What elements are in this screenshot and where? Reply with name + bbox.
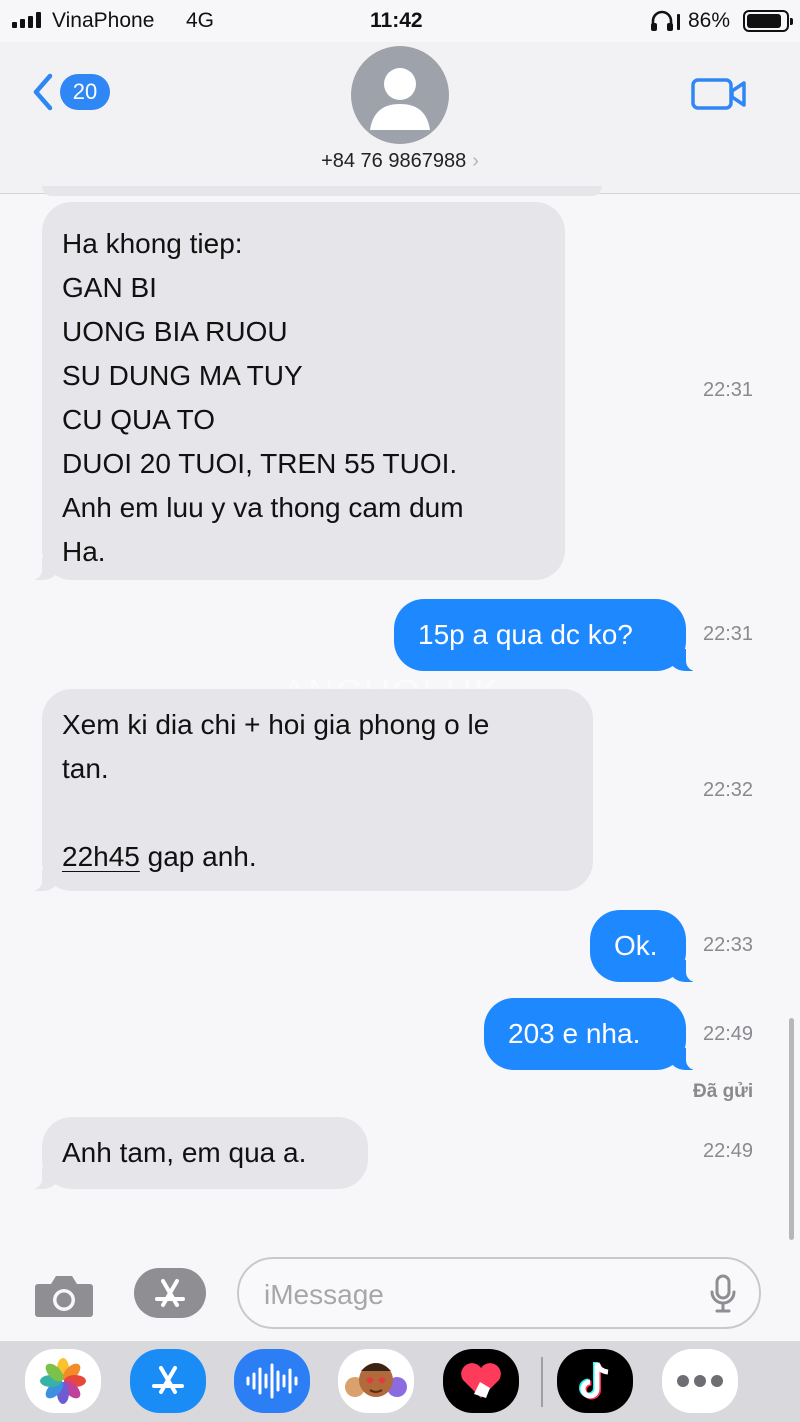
previous-message-bubble — [42, 186, 602, 196]
app-store-icon — [155, 1279, 185, 1307]
drawer-divider — [541, 1357, 543, 1407]
contact-avatar-icon[interactable] — [351, 46, 449, 144]
message-text: CU QUA TO — [62, 404, 216, 435]
headphones-icon — [650, 10, 682, 38]
video-camera-icon — [691, 78, 746, 110]
message-text: Ha khong tiep: — [62, 228, 243, 259]
battery-icon — [743, 10, 793, 32]
message-timestamp: 22:31 — [703, 623, 754, 645]
message-text: GAN BI — [62, 272, 157, 303]
message-text: Ha. — [62, 536, 106, 567]
contact-number-text: +84 76 9867988 — [321, 150, 467, 172]
unread-count-badge: 20 — [60, 74, 110, 110]
message-text: Anh tam, em qua a. — [62, 1137, 307, 1168]
message-text: SU DUNG MA TUY — [62, 360, 303, 391]
message-text: UONG BIA RUOU — [62, 316, 288, 347]
status-time: 11:42 — [370, 9, 423, 32]
back-button[interactable]: 20 — [30, 72, 110, 112]
status-bar: VinaPhone 4G 11:42 86% — [0, 0, 800, 42]
message-text: tan. — [62, 753, 109, 784]
audio-message-app-icon[interactable] — [234, 1349, 310, 1413]
message-bubble-outgoing[interactable]: 15p a qua dc ko? — [394, 599, 698, 671]
digital-touch-app-icon[interactable] — [443, 1349, 519, 1413]
message-text: Xem ki dia chi + hoi gia phong o le — [62, 709, 490, 740]
message-text: 15p a qua dc ko? — [418, 619, 633, 650]
message-bubble-outgoing[interactable]: Ok. — [590, 910, 698, 982]
message-text-line: 22h45 gap anh. — [62, 835, 573, 879]
battery-percentage: 86% — [688, 9, 731, 32]
more-apps-icon[interactable] — [662, 1349, 738, 1413]
app-store-button[interactable] — [134, 1268, 206, 1318]
conversation-header: 20 +84 76 9867988 › — [0, 42, 800, 194]
message-timestamp: 22:32 — [703, 779, 754, 801]
chevron-right-icon: › — [472, 150, 479, 172]
photos-app-icon[interactable] — [25, 1349, 101, 1413]
message-input-placeholder: iMessage — [264, 1279, 384, 1310]
carrier-name: VinaPhone — [52, 9, 155, 32]
delivery-status: Đã gửi — [693, 1081, 754, 1102]
message-input[interactable]: iMessage — [237, 1257, 761, 1329]
message-bubble-incoming[interactable]: Xem ki dia chi + hoi gia phong o le tan.… — [30, 689, 593, 891]
camera-button[interactable] — [34, 1272, 94, 1323]
message-text: gap anh. — [147, 841, 257, 872]
camera-icon — [35, 1276, 93, 1317]
app-drawer — [0, 1341, 800, 1422]
time-link[interactable]: 22h45 — [62, 841, 140, 872]
message-timestamp: 22:49 — [703, 1140, 754, 1162]
scrollbar[interactable] — [789, 1018, 794, 1240]
memoji-app-icon[interactable] — [338, 1349, 414, 1413]
tiktok-app-icon[interactable] — [557, 1349, 633, 1413]
message-bubble-incoming[interactable]: Ha khong tiep: GAN BI UONG BIA RUOU SU D… — [30, 202, 565, 580]
back-chevron-icon — [33, 73, 53, 111]
message-text: Ok. — [614, 930, 658, 961]
message-text: 203 e nha. — [508, 1018, 641, 1049]
contact-name[interactable]: +84 76 9867988 › — [0, 150, 800, 173]
app-store-app-icon[interactable] — [130, 1349, 206, 1413]
network-type: 4G — [186, 9, 215, 32]
video-call-button[interactable] — [690, 74, 748, 119]
message-text: Anh em luu y va thong cam dum — [62, 492, 464, 523]
microphone-icon[interactable] — [709, 1274, 737, 1319]
signal-icon — [12, 12, 41, 28]
message-text: DUOI 20 TUOI, TREN 55 TUOI. — [62, 448, 458, 479]
message-timestamp: 22:33 — [703, 934, 754, 956]
message-bubble-incoming[interactable]: Anh tam, em qua a. — [30, 1117, 368, 1189]
message-timestamp: 22:31 — [703, 379, 754, 401]
message-bubble-outgoing[interactable]: 203 e nha. — [484, 998, 698, 1070]
message-timestamp: 22:49 — [703, 1023, 754, 1045]
